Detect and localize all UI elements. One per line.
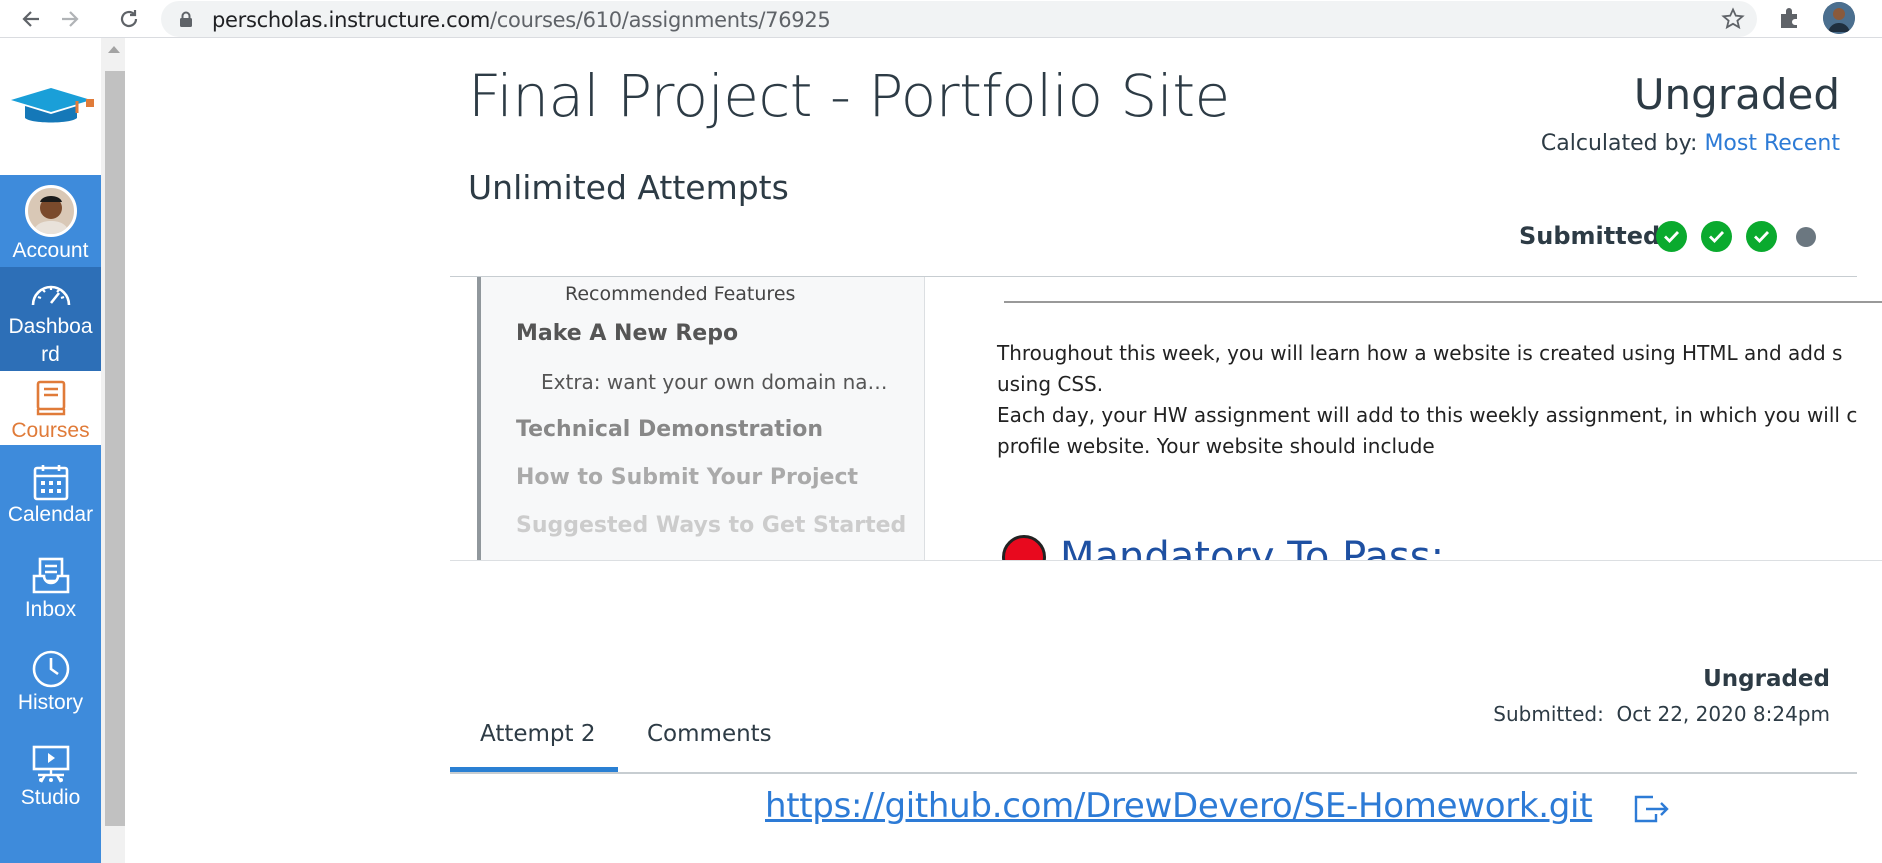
description-line: Each day, your HW assignment will add to… xyxy=(997,403,1858,427)
url-text: perscholas.instructure.com/courses/610/a… xyxy=(212,8,831,32)
main-content: Final Project - Portfolio Site Ungraded … xyxy=(125,38,1882,863)
preview-divider xyxy=(450,560,1882,561)
active-tab-indicator xyxy=(450,767,618,772)
toc-item[interactable]: Technical Demonstration xyxy=(516,417,823,442)
table-of-contents: Recommended Features Make A New Repo Ext… xyxy=(477,277,925,561)
nav-courses-label: Courses xyxy=(11,419,90,442)
reload-icon[interactable] xyxy=(114,4,144,34)
calendar-icon xyxy=(0,445,101,501)
studio-icon xyxy=(0,730,101,784)
page-title: Final Project - Portfolio Site xyxy=(468,62,1230,130)
toc-item[interactable]: Make A New Repo xyxy=(516,321,738,346)
step-complete-check-icon xyxy=(1701,221,1732,252)
toc-item[interactable]: Recommended Features xyxy=(565,283,795,305)
description-line: Throughout this week, you will learn how… xyxy=(997,341,1843,365)
nav-inbox[interactable]: Inbox xyxy=(0,540,101,635)
account-avatar xyxy=(24,185,77,237)
nav-calendar-label: Calendar xyxy=(7,503,94,526)
attempt-grade: Ungraded xyxy=(1703,666,1830,692)
tab-comments[interactable]: Comments xyxy=(647,721,772,747)
bookmark-star-icon[interactable] xyxy=(1721,7,1745,36)
dashboard-icon xyxy=(0,267,101,309)
extensions-puzzle-icon[interactable] xyxy=(1776,4,1804,37)
description-line: using CSS. xyxy=(997,372,1104,396)
submitted-date: Oct 22, 2020 8:24pm xyxy=(1616,702,1830,726)
back-icon[interactable] xyxy=(16,4,46,34)
lock-icon xyxy=(179,11,193,33)
courses-icon xyxy=(0,371,101,417)
description-line: profile website. Your website should inc… xyxy=(997,434,1435,458)
nav-history[interactable]: History xyxy=(0,635,101,730)
assignment-description: Throughout this week, you will learn how… xyxy=(997,338,1882,462)
tab-attempt[interactable]: Attempt 2 xyxy=(480,721,595,747)
nav-studio[interactable]: Studio xyxy=(0,730,101,863)
attempt-submitted-date: Submitted: Oct 22, 2020 8:24pm xyxy=(1493,702,1830,726)
browser-toolbar: perscholas.instructure.com/courses/610/a… xyxy=(0,0,1882,38)
inbox-icon xyxy=(0,540,101,596)
step-complete-check-icon xyxy=(1656,221,1687,252)
content-rule xyxy=(1004,301,1882,303)
nav-courses[interactable]: Courses xyxy=(0,371,101,445)
scroll-up-arrow-icon[interactable] xyxy=(108,46,120,53)
submission-status-label: Submitted xyxy=(1519,222,1661,250)
nav-inbox-label: Inbox xyxy=(24,598,77,621)
address-bar[interactable]: perscholas.instructure.com/courses/610/a… xyxy=(161,1,1757,37)
scroll-thumb[interactable] xyxy=(105,71,125,826)
external-link-icon[interactable] xyxy=(1633,794,1671,829)
submission-url-link[interactable]: https://github.com/DrewDevero/SE-Homewor… xyxy=(765,786,1593,826)
toc-item[interactable]: How to Submit Your Project xyxy=(516,465,858,490)
nav-scrollbar[interactable] xyxy=(101,38,125,863)
nav-calendar[interactable]: Calendar xyxy=(0,445,101,540)
calculated-by-label: Calculated by: xyxy=(1540,131,1698,156)
nav-studio-label: Studio xyxy=(20,786,81,809)
calculated-by: Calculated by: Most Recent xyxy=(1541,131,1840,156)
url-path: /courses/610/assignments/76925 xyxy=(490,8,831,32)
nav-account-label: Account xyxy=(12,239,89,262)
calculated-by-link[interactable]: Most Recent xyxy=(1704,131,1840,156)
nav-dashboard-label: Dashboa rd xyxy=(8,315,93,366)
canvas-logo[interactable] xyxy=(0,38,101,175)
step-complete-check-icon xyxy=(1746,221,1777,252)
mandatory-heading-text: Mandatory To Pass: xyxy=(1060,534,1445,561)
grade-status: Ungraded xyxy=(1633,70,1840,119)
attempts-info: Unlimited Attempts xyxy=(468,168,789,207)
red-circle-icon xyxy=(1002,535,1046,561)
step-pending-dot-icon xyxy=(1796,227,1816,247)
forward-icon[interactable] xyxy=(55,4,85,34)
nav-dashboard[interactable]: Dashboa rd xyxy=(0,267,101,371)
global-navigation: Account Dashboa rd Courses Calendar Inbo… xyxy=(0,38,101,863)
profile-avatar[interactable] xyxy=(1823,2,1855,34)
submitted-label: Submitted: xyxy=(1493,702,1604,726)
toc-item[interactable]: Suggested Ways to Get Started xyxy=(516,513,906,538)
toc-item[interactable]: Extra: want your own domain na… xyxy=(541,370,888,394)
nav-account[interactable]: Account xyxy=(0,175,101,267)
url-host: perscholas.instructure.com xyxy=(212,8,491,32)
history-icon xyxy=(0,635,101,689)
nav-history-label: History xyxy=(17,691,84,714)
mandatory-heading: Mandatory To Pass: xyxy=(1002,534,1444,561)
assignment-preview[interactable]: Recommended Features Make A New Repo Ext… xyxy=(450,277,1882,561)
